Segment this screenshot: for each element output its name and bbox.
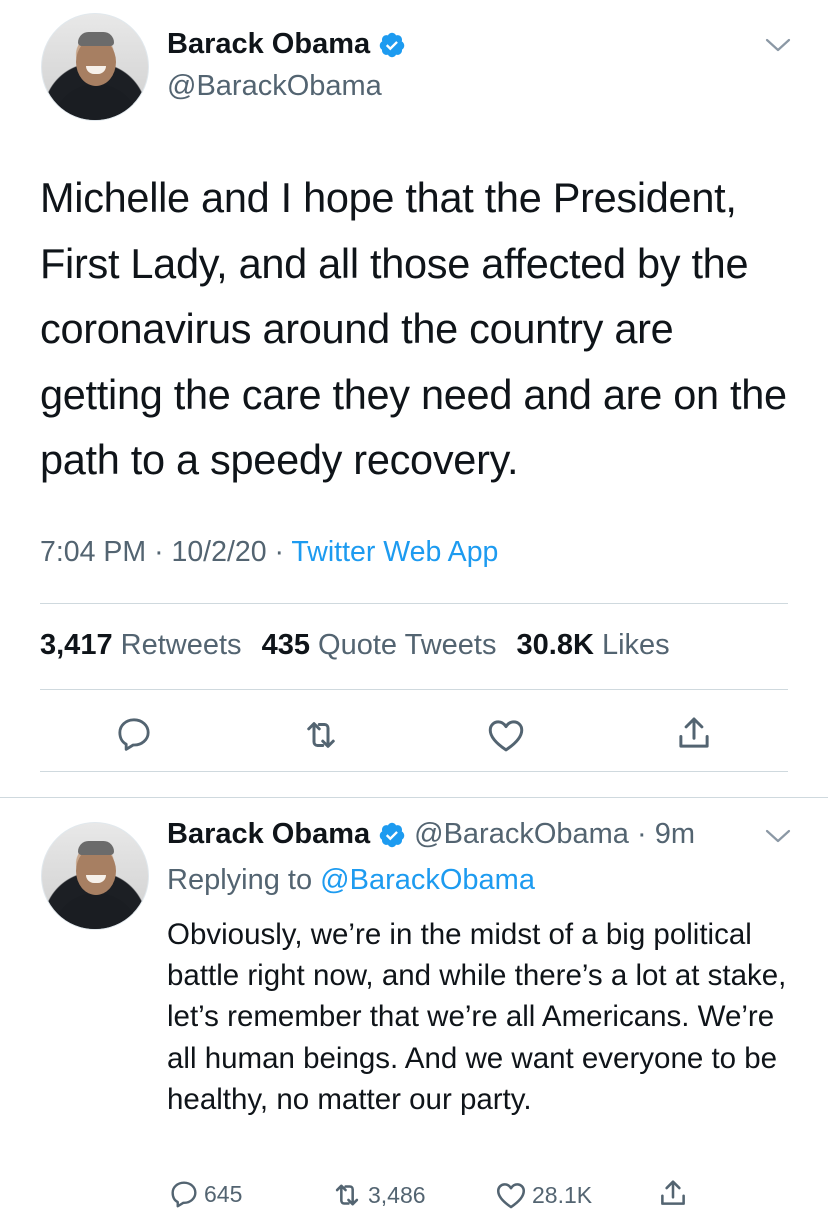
tweet-time[interactable]: 7:04 PM [40,536,146,568]
retweet-count: 3,486 [368,1181,426,1208]
tweet-source[interactable]: Twitter Web App [291,536,498,568]
reply-icon[interactable] [114,714,154,754]
avatar[interactable] [41,13,149,121]
author-header: Barack Obama [167,28,406,61]
quote-tweets-stat[interactable]: 435 Quote Tweets [262,629,497,661]
divider [40,771,788,772]
reply-handle-time[interactable]: @BarackObama · 9m [414,818,695,851]
reply-reply-button[interactable]: 645 [168,1178,242,1210]
reply-count: 645 [204,1180,243,1207]
divider [40,689,788,690]
share-icon [661,1180,685,1205]
reply-like-button[interactable]: 28.1K [494,1178,592,1212]
share-icon[interactable] [673,712,715,754]
like-icon[interactable] [485,714,527,756]
retweet-icon[interactable] [300,714,342,756]
replying-to-handle[interactable]: @BarackObama [320,864,535,896]
author-name[interactable]: Barack Obama [167,28,370,61]
reply-share-button[interactable] [656,1176,694,1210]
divider [40,603,788,604]
tweet-stats: 3,417 Retweets 435 Quote Tweets 30.8K Li… [40,629,670,662]
reply-text: Obviously, we’re in the midst of a big p… [167,918,787,1116]
retweets-stat[interactable]: 3,417 Retweets [40,629,242,661]
replying-prefix: Replying to [167,864,313,896]
tweet-actions [0,714,828,760]
reply-actions: 645 3,486 28.1K [0,1178,828,1214]
reply-header: Barack Obama @BarackObama · 9m [167,818,695,851]
replying-to: Replying to @BarackObama [167,864,535,897]
chevron-down-icon[interactable] [765,37,791,53]
verified-badge-icon [379,32,405,57]
like-count: 28.1K [532,1181,593,1208]
chevron-down-icon[interactable] [765,828,791,844]
reply-icon [171,1181,197,1208]
tweet-meta: 7:04 PM · 10/2/20 · Twitter Web App [40,536,498,569]
verified-badge-icon [379,822,405,847]
retweet-icon [335,1184,359,1206]
tweet-text: Michelle and I hope that the President, … [40,174,787,483]
author-handle[interactable]: @BarackObama [167,70,382,103]
section-divider [0,797,828,798]
meta-separator: · [274,536,285,568]
reply-avatar[interactable] [41,822,149,930]
likes-stat[interactable]: 30.8K Likes [517,629,670,661]
reply-author-name[interactable]: Barack Obama [167,818,370,851]
like-icon [496,1183,526,1209]
reply-retweet-button[interactable]: 3,486 [330,1178,426,1212]
meta-separator: · [154,536,164,568]
tweet-date[interactable]: 10/2/20 [171,536,266,568]
